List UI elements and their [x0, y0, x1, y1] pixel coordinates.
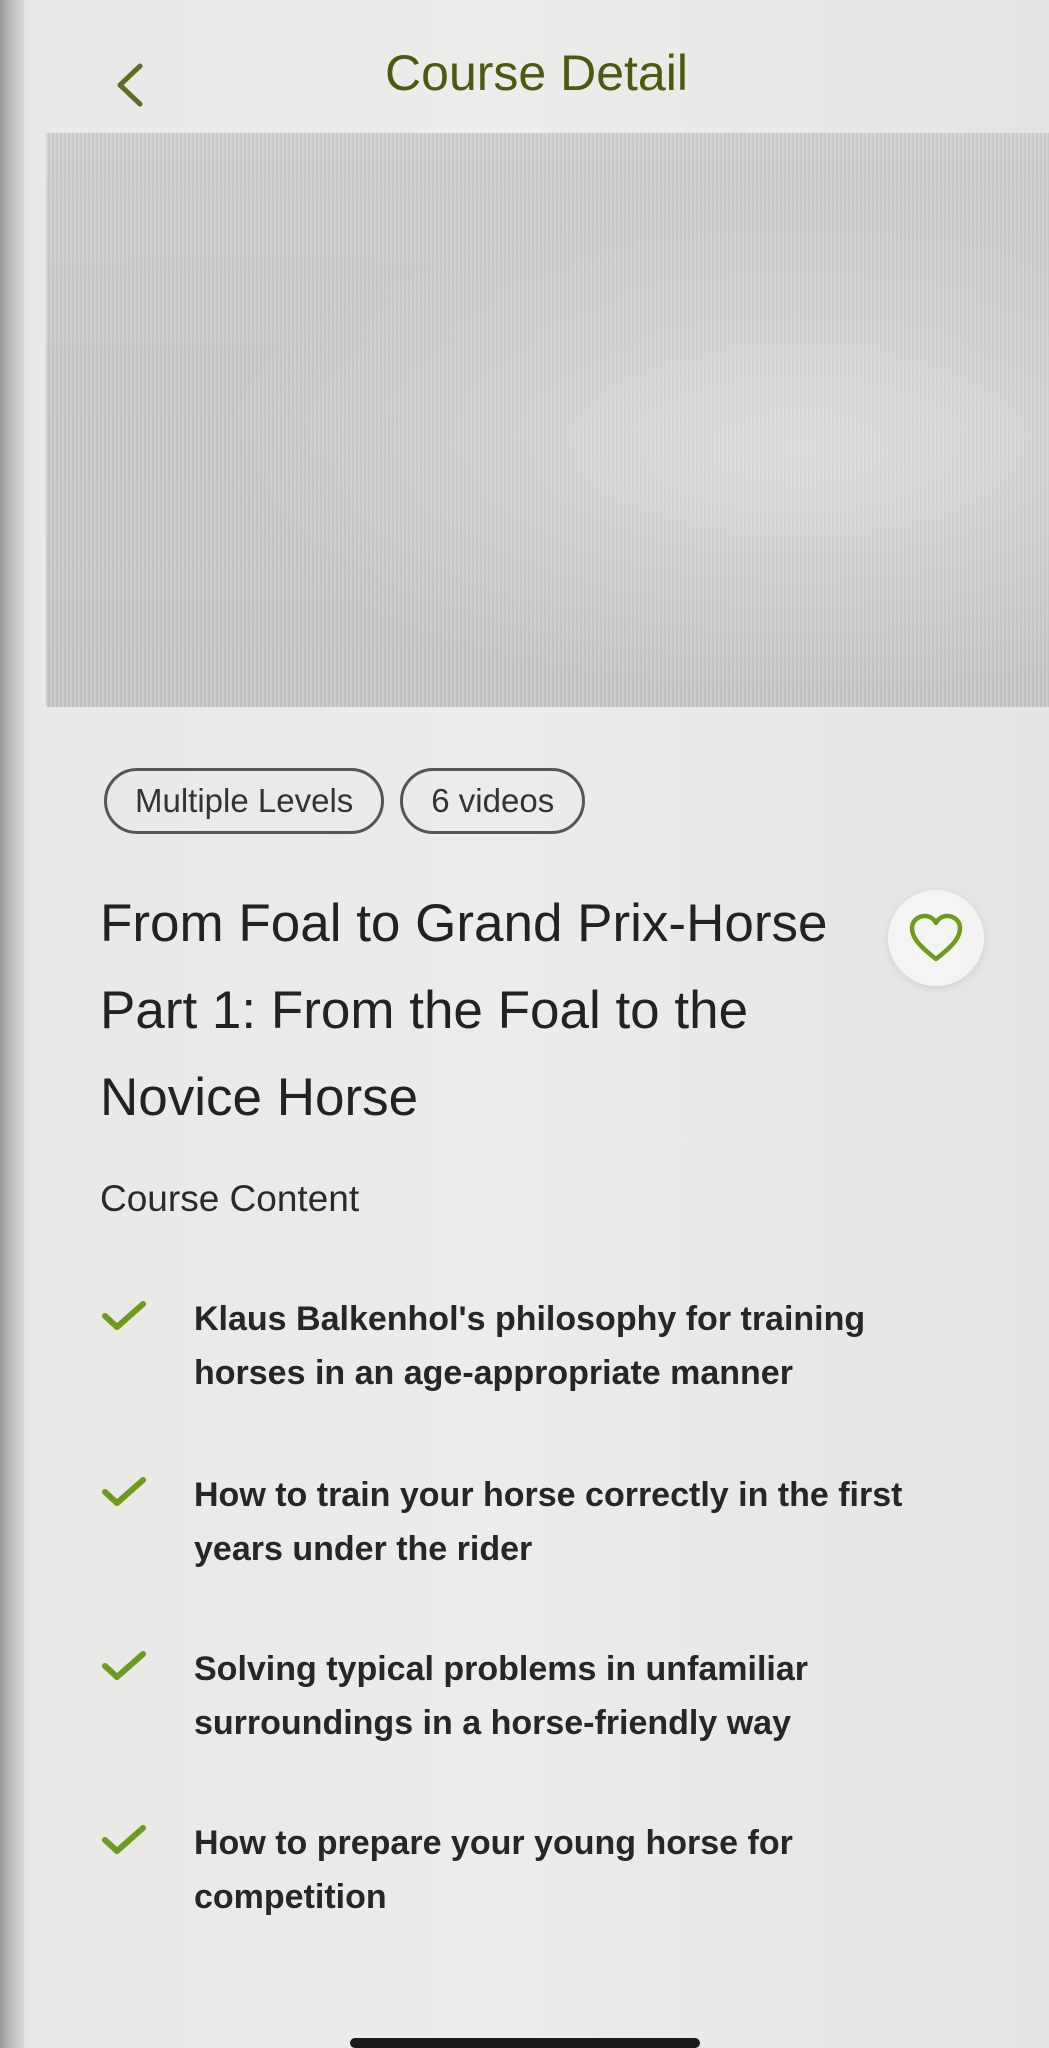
screen-edge	[0, 0, 24, 2048]
header: Course Detail	[24, 0, 1049, 132]
home-indicator[interactable]	[350, 2038, 700, 2048]
list-item-text: How to train your horse correctly in the…	[194, 1476, 903, 1568]
list-item-text: Klaus Balkenhol's philosophy for trainin…	[194, 1300, 866, 1392]
heart-icon	[909, 913, 963, 962]
page-title: Course Detail	[385, 45, 688, 101]
favorite-button[interactable]	[888, 890, 984, 986]
checkmark-icon	[102, 1477, 146, 1506]
course-tags: Multiple Levels 6 videos	[104, 768, 586, 834]
level-tag: Multiple Levels	[104, 768, 385, 834]
video-player[interactable]	[46, 133, 1049, 707]
course-title: From Foal to Grand Prix-Horse Part 1: Fr…	[100, 894, 828, 1127]
video-count-tag: 6 videos	[400, 768, 586, 834]
course-detail-screen: Course Detail Multiple Levels 6 videos F…	[0, 0, 1049, 2048]
course-content-heading: Course Content	[100, 1178, 360, 1219]
checkmark-icon	[102, 1301, 146, 1330]
list-item-text: How to prepare your young horse for comp…	[194, 1824, 793, 1916]
checkmark-icon	[102, 1651, 146, 1680]
checkmark-icon	[102, 1825, 146, 1854]
list-item-text: Solving typical problems in unfamiliar s…	[194, 1650, 809, 1742]
